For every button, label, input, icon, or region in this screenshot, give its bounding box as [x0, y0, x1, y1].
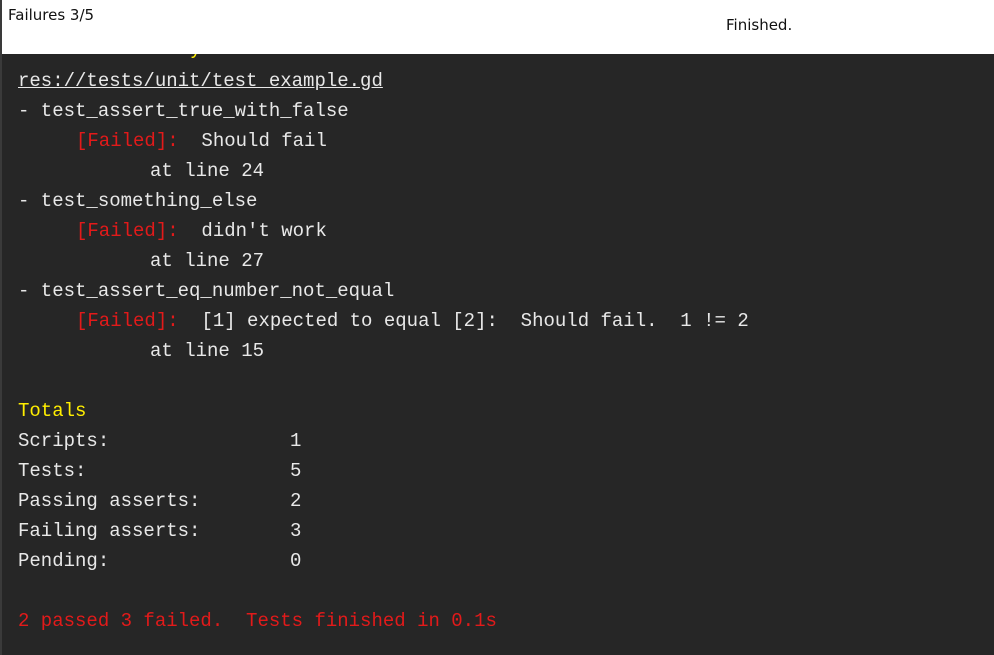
totals-row: Passing asserts: 2	[18, 486, 301, 516]
run-summary-heading: Run Summary	[76, 54, 201, 64]
gut-test-results-window: Failures 3/5 Finished. Run Summary res:/…	[0, 0, 994, 655]
test-failure-line: [Failed]: Should fail	[18, 126, 327, 156]
test-failure-line: [Failed]: [1] expected to equal [2]: Sho…	[18, 306, 749, 336]
failed-tag: [Failed]:	[76, 130, 179, 152]
line-number-text: at line 24	[150, 160, 265, 182]
run-status-label: Finished.	[726, 16, 793, 34]
test-name: - test_something_else	[18, 190, 258, 212]
failure-location: at line 27	[18, 246, 264, 276]
totals-value: 1	[290, 430, 302, 452]
test-failure-line: [Failed]: didn't work	[18, 216, 327, 246]
totals-value: 5	[290, 460, 302, 482]
totals-value: 3	[290, 520, 302, 542]
failures-count-label: Failures 3/5	[8, 6, 95, 24]
test-name: - test_assert_true_with_false	[18, 100, 349, 122]
totals-label: Failing asserts:	[18, 520, 201, 542]
failure-location: at line 15	[18, 336, 264, 366]
test-output-log[interactable]: Run Summary res://tests/unit/test_exampl…	[0, 54, 994, 655]
failed-tag: [Failed]:	[76, 220, 179, 242]
totals-row: Pending: 0	[18, 546, 301, 576]
script-path: res://tests/unit/test_example.gd	[18, 70, 383, 92]
run-summary-result: 2 passed 3 failed. Tests finished in 0.1…	[18, 610, 497, 632]
results-header: Failures 3/5 Finished.	[0, 0, 994, 54]
totals-value: 0	[290, 550, 302, 572]
totals-value: 2	[290, 490, 302, 512]
line-number-text: at line 27	[150, 250, 265, 272]
failed-tag: [Failed]:	[76, 310, 179, 332]
totals-label: Passing asserts:	[18, 490, 201, 512]
totals-label: Scripts:	[18, 430, 110, 452]
failure-message: Should fail	[190, 130, 327, 152]
test-name: - test_assert_eq_number_not_equal	[18, 280, 395, 302]
totals-row: Tests: 5	[18, 456, 301, 486]
line-number-text: at line 15	[150, 340, 265, 362]
totals-label: Tests:	[18, 460, 87, 482]
failure-message: didn't work	[190, 220, 327, 242]
totals-row: Scripts: 1	[18, 426, 301, 456]
failure-location: at line 24	[18, 156, 264, 186]
totals-heading: Totals	[18, 400, 87, 422]
totals-label: Pending:	[18, 550, 110, 572]
failure-message: [1] expected to equal [2]: Should fail. …	[190, 310, 749, 332]
totals-row: Failing asserts: 3	[18, 516, 301, 546]
